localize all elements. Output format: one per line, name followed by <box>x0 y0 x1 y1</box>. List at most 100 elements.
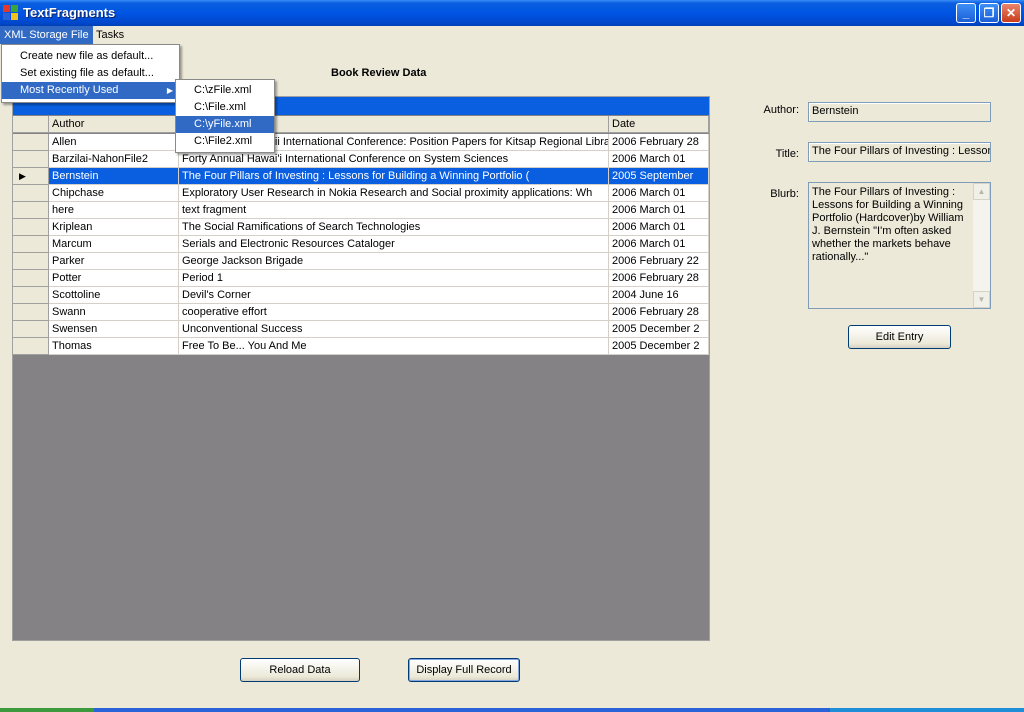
row-header[interactable] <box>13 236 49 253</box>
minimize-button[interactable]: _ <box>956 3 976 23</box>
table-row[interactable]: Scottoline Devil's Corner 2004 June 16 <box>13 287 709 304</box>
cell-date[interactable]: 2005 December 2 <box>609 321 709 338</box>
close-icon: ✕ <box>1005 6 1017 20</box>
row-header[interactable] <box>13 134 49 151</box>
cell-author[interactable]: Kriplean <box>49 219 179 236</box>
cell-title[interactable]: Free To Be... You And Me <box>179 338 609 355</box>
menu-item-set-existing-file[interactable]: Set existing file as default... <box>2 65 179 82</box>
restore-button[interactable]: ❐ <box>979 3 999 23</box>
cell-title[interactable]: The Social Ramifications of Search Techn… <box>179 219 609 236</box>
cell-author[interactable]: Thomas <box>49 338 179 355</box>
cell-title[interactable]: Serials and Electronic Resources Catalog… <box>179 236 609 253</box>
cell-author[interactable]: Swann <box>49 304 179 321</box>
cell-author[interactable]: Bernstein <box>49 168 179 185</box>
table-row[interactable]: Thomas Free To Be... You And Me 2005 Decem… <box>13 338 709 355</box>
cell-date[interactable]: 2006 March 01 <box>609 202 709 219</box>
cell-date[interactable]: 2006 February 28 <box>609 270 709 287</box>
row-header[interactable] <box>13 219 49 236</box>
table-row[interactable]: Parker George Jackson Brigade 2006 Februar… <box>13 253 709 270</box>
row-header[interactable] <box>13 151 49 168</box>
row-header[interactable] <box>13 253 49 270</box>
cell-author[interactable]: here <box>49 202 179 219</box>
cell-author[interactable]: Barzilai-NahonFile2 <box>49 151 179 168</box>
row-header[interactable] <box>13 287 49 304</box>
table-row[interactable]: ▶ Bernstein The Four Pillars of Investing … <box>13 168 709 185</box>
scroll-up-icon[interactable]: ▲ <box>973 183 990 200</box>
display-full-record-button[interactable]: Display Full Record <box>408 658 520 682</box>
page-title: Book Review Data <box>331 67 427 79</box>
cell-author[interactable]: Chipchase <box>49 185 179 202</box>
table-row[interactable]: Barzilai-NahonFile2 Forty Annual Hawai'i … <box>13 151 709 168</box>
row-header[interactable] <box>13 185 49 202</box>
restore-icon: ❐ <box>983 6 995 20</box>
cell-title[interactable]: Exploratory User Research in Nokia Resea… <box>179 185 609 202</box>
row-header-corner[interactable] <box>13 116 49 133</box>
author-field[interactable]: Bernstein <box>808 102 991 122</box>
current-row-pointer-icon: ▶ <box>19 171 26 181</box>
row-header[interactable] <box>13 321 49 338</box>
submenu-arrow-icon: ▶ <box>166 86 173 95</box>
reload-data-button[interactable]: Reload Data <box>240 658 360 682</box>
cell-author[interactable]: Swensen <box>49 321 179 338</box>
cell-date[interactable]: 2006 February 22 <box>609 253 709 270</box>
row-header[interactable] <box>13 304 49 321</box>
cell-title[interactable]: Forty Annual Hawai'i International Confe… <box>179 151 609 168</box>
cell-date[interactable]: 2006 February 28 <box>609 134 709 151</box>
cell-date[interactable]: 2005 December 2 <box>609 338 709 355</box>
cell-date[interactable]: 2006 March 01 <box>609 151 709 168</box>
cell-author[interactable]: Scottoline <box>49 287 179 304</box>
minimize-icon: _ <box>962 6 970 20</box>
table-row[interactable]: here text fragment 2006 March 01 <box>13 202 709 219</box>
cell-title[interactable]: George Jackson Brigade <box>179 253 609 270</box>
blurb-field[interactable]: The Four Pillars of Investing : Lessons … <box>808 182 991 309</box>
title-label: Title: <box>775 148 799 160</box>
cell-date[interactable]: 2006 March 01 <box>609 236 709 253</box>
app-icon[interactable] <box>3 5 19 21</box>
cell-date[interactable]: 2006 March 01 <box>609 185 709 202</box>
table-row[interactable]: Chipchase Exploratory User Research in No… <box>13 185 709 202</box>
table-row[interactable]: Potter Period 1 2006 February 28 <box>13 270 709 287</box>
blurb-scrollbar[interactable]: ▲ ▼ <box>973 183 990 308</box>
menu-xml-storage-file[interactable]: XML Storage File <box>0 26 93 44</box>
scroll-down-icon[interactable]: ▼ <box>973 291 990 308</box>
cell-title[interactable]: The Four Pillars of Investing : Lessons … <box>179 168 609 185</box>
table-row[interactable]: Marcum Serials and Electronic Resources C… <box>13 236 709 253</box>
column-header-author[interactable]: Author <box>49 116 179 133</box>
menu-item-most-recently-used[interactable]: Most Recently Used ▶ <box>2 82 179 99</box>
mru-item-zfile[interactable]: C:\zFile.xml <box>176 82 274 99</box>
cell-date[interactable]: 2006 March 01 <box>609 219 709 236</box>
cell-title[interactable]: Devil's Corner <box>179 287 609 304</box>
cell-author[interactable]: Marcum <box>49 236 179 253</box>
book-review-grid[interactable]: Author Title Date AllenForty Annual Hawa… <box>12 96 710 641</box>
table-row[interactable]: Allen Forty Annual Hawaii International C… <box>13 134 709 151</box>
cell-date[interactable]: 2005 September <box>609 168 709 185</box>
edit-entry-button[interactable]: Edit Entry <box>848 325 951 349</box>
title-field[interactable]: The Four Pillars of Investing : Lessons <box>808 142 991 162</box>
menu-item-most-recently-used-label: Most Recently Used <box>20 84 119 96</box>
row-header[interactable] <box>13 270 49 287</box>
menu-tasks[interactable]: Tasks <box>92 26 128 44</box>
cell-date[interactable]: 2004 June 16 <box>609 287 709 304</box>
row-header[interactable]: ▶ <box>13 168 49 185</box>
row-header[interactable] <box>13 338 49 355</box>
author-label: Author: <box>763 104 799 116</box>
close-button[interactable]: ✕ <box>1001 3 1021 23</box>
row-header[interactable] <box>13 202 49 219</box>
cell-title[interactable]: text fragment <box>179 202 609 219</box>
cell-title[interactable]: Unconventional Success <box>179 321 609 338</box>
table-row[interactable]: Swann cooperative effort 2006 February 28 <box>13 304 709 321</box>
menu-bar: XML Storage File Tasks <box>0 26 1024 44</box>
cell-author[interactable]: Parker <box>49 253 179 270</box>
mru-item-yfile[interactable]: C:\yFile.xml <box>176 116 274 133</box>
cell-author[interactable]: Allen <box>49 134 179 151</box>
cell-author[interactable]: Potter <box>49 270 179 287</box>
cell-title[interactable]: Period 1 <box>179 270 609 287</box>
mru-item-file[interactable]: C:\File.xml <box>176 99 274 116</box>
table-row[interactable]: Swensen Unconventional Success 2005 Decemb… <box>13 321 709 338</box>
cell-title[interactable]: cooperative effort <box>179 304 609 321</box>
cell-date[interactable]: 2006 February 28 <box>609 304 709 321</box>
column-header-date[interactable]: Date <box>609 116 709 133</box>
menu-item-create-new-file[interactable]: Create new file as default... <box>2 48 179 65</box>
table-row[interactable]: Kriplean The Social Ramifications of Sear… <box>13 219 709 236</box>
mru-item-file2[interactable]: C:\File2.xml <box>176 133 274 150</box>
